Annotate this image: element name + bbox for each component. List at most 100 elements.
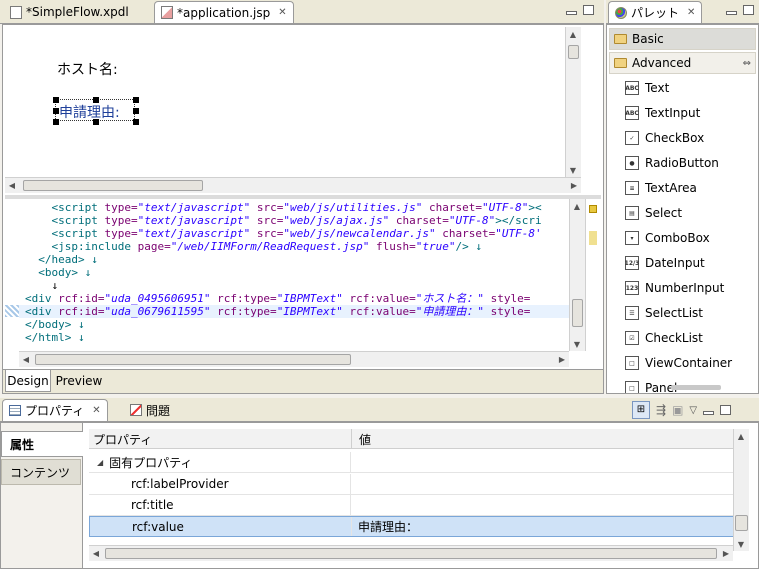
design-vertical-scrollbar[interactable]: ▲ ▼ <box>565 27 581 177</box>
resize-handle-icon[interactable] <box>53 97 59 103</box>
property-value[interactable]: 申請理由： <box>354 517 739 536</box>
resize-handle-icon[interactable] <box>133 119 139 125</box>
resize-handle-icon[interactable] <box>133 97 139 103</box>
palette-item-numberinput[interactable]: 123 NumberInput <box>625 278 724 298</box>
palette-item-selectlist[interactable]: ☰ SelectList <box>625 303 703 323</box>
palette-item-combobox[interactable]: ▾ ComboBox <box>625 228 710 248</box>
source-vertical-scrollbar[interactable]: ▲ ▼ <box>569 199 585 351</box>
column-header-property[interactable]: プロパティ <box>89 429 352 449</box>
tab-application-jsp[interactable]: *application.jsp ✕ <box>154 1 294 23</box>
filter-advanced-icon[interactable]: ⇶ <box>656 403 666 417</box>
expand-triangle-icon[interactable]: ◢ <box>97 458 103 467</box>
scroll-thumb[interactable] <box>23 180 203 191</box>
resize-handle-icon[interactable] <box>53 108 59 114</box>
code-line[interactable]: </body> ↓ <box>25 318 85 331</box>
drawer-advanced[interactable]: Advanced ⇔ <box>609 52 756 74</box>
palette-item-text[interactable]: ABC Text <box>625 78 669 98</box>
maximize-icon[interactable] <box>743 5 754 15</box>
palette-item-select[interactable]: ▤ Select <box>625 203 682 223</box>
property-row[interactable]: rcf:labelProvider <box>89 474 740 495</box>
close-icon[interactable]: ✕ <box>278 7 286 18</box>
palette-item-viewcontainer[interactable]: □ ViewContainer <box>625 353 732 373</box>
palette-item-checkbox[interactable]: ✓ CheckBox <box>625 128 704 148</box>
scroll-right-icon[interactable]: ▶ <box>567 178 581 192</box>
scroll-up-icon[interactable]: ▲ <box>734 429 748 443</box>
tab-simpleflow[interactable]: *SimpleFlow.xpdl <box>4 2 135 22</box>
property-row[interactable]: rcf:title <box>89 495 740 516</box>
code-line[interactable]: <div rcf:id="uda_0495606951" rcf:type="I… <box>25 292 530 305</box>
scroll-left-icon[interactable]: ◀ <box>19 352 33 366</box>
maximize-icon[interactable] <box>720 405 732 415</box>
property-value[interactable] <box>353 495 740 515</box>
resize-handle-icon[interactable] <box>93 97 99 103</box>
column-header-value[interactable]: 値 <box>353 429 733 449</box>
palette-item-panel[interactable]: □ Panel <box>625 378 677 393</box>
code-line[interactable]: <script type="text/javascript" src="web/… <box>25 201 542 214</box>
scroll-down-icon[interactable]: ▼ <box>570 337 584 351</box>
minimize-icon[interactable] <box>703 411 715 415</box>
host-name-label[interactable]: ホスト名: <box>57 59 118 79</box>
tab-preview[interactable]: Preview <box>53 370 105 392</box>
scroll-thumb[interactable] <box>572 299 583 327</box>
scroll-right-icon[interactable]: ▶ <box>555 352 569 366</box>
property-row[interactable]: rcf:value 申請理由： <box>89 516 740 537</box>
restore-default-icon[interactable]: ▣ <box>672 403 683 417</box>
design-canvas[interactable]: ホスト名: 申請理由: <box>5 27 585 177</box>
source-overview-ruler[interactable] <box>585 199 601 351</box>
properties-horizontal-scrollbar[interactable]: ◀ ▶ <box>89 545 733 561</box>
drawer-basic[interactable]: Basic <box>609 28 756 50</box>
resize-handle-icon[interactable] <box>53 119 59 125</box>
scroll-left-icon[interactable]: ◀ <box>5 178 19 192</box>
scroll-up-icon[interactable]: ▲ <box>570 199 584 213</box>
design-horizontal-scrollbar[interactable]: ◀ ▶ <box>5 177 581 193</box>
property-value[interactable] <box>353 474 740 494</box>
maximize-icon[interactable] <box>583 5 594 15</box>
palette-item-dateinput[interactable]: 12/3 DateInput <box>625 253 705 273</box>
scroll-down-icon[interactable]: ▼ <box>734 537 748 551</box>
code-line[interactable]: ↓ <box>25 279 58 292</box>
palette-scroll-thumb[interactable] <box>671 385 721 390</box>
tab-design[interactable]: Design <box>5 370 51 392</box>
request-reason-label[interactable]: 申請理由: <box>53 97 139 125</box>
scroll-thumb[interactable] <box>105 548 717 559</box>
palette-item-textinput[interactable]: ABC TextInput <box>625 103 700 123</box>
scroll-thumb[interactable] <box>35 354 351 365</box>
scroll-thumb[interactable] <box>735 515 748 531</box>
scroll-left-icon[interactable]: ◀ <box>89 546 103 560</box>
tab-palette[interactable]: パレット ✕ <box>608 1 703 23</box>
side-tab-contents[interactable]: コンテンツ <box>1 459 81 485</box>
minimize-icon[interactable] <box>726 11 737 15</box>
warning-marker-icon[interactable] <box>589 205 597 213</box>
close-icon[interactable]: ✕ <box>92 405 100 416</box>
resize-handle-icon[interactable] <box>93 119 99 125</box>
scroll-right-icon[interactable]: ▶ <box>719 546 733 560</box>
code-line[interactable]: <jsp:include page="/web/IIMForm/ReadRequ… <box>25 240 483 253</box>
code-line[interactable]: <div rcf:id="uda_0679611595" rcf:type="I… <box>25 305 530 318</box>
view-menu-icon[interactable]: ▽ <box>689 405 697 416</box>
palette-item-radiobutton[interactable]: ● RadioButton <box>625 153 719 173</box>
jsp-file-icon <box>161 6 173 19</box>
tab-properties[interactable]: プロパティ ✕ <box>2 399 108 421</box>
scroll-down-icon[interactable]: ▼ <box>566 163 580 177</box>
code-line[interactable]: <script type="text/javascript" src="web/… <box>25 227 542 240</box>
source-horizontal-scrollbar[interactable]: ◀ ▶ <box>19 351 569 367</box>
code-line[interactable]: <body> ↓ <box>25 266 91 279</box>
tab-problems[interactable]: 問題 <box>124 400 176 420</box>
scroll-thumb[interactable] <box>568 45 579 59</box>
drawer-pin-icon[interactable]: ⇔ <box>743 58 751 69</box>
minimize-icon[interactable] <box>566 11 577 15</box>
show-categories-icon[interactable]: ⊞ <box>632 401 650 419</box>
close-icon[interactable]: ✕ <box>687 7 695 18</box>
occurrence-marker[interactable] <box>589 231 597 245</box>
code-line[interactable]: </html> ↓ <box>25 331 85 344</box>
property-group-row[interactable]: ◢ 固有プロパティ <box>89 452 740 473</box>
scroll-up-icon[interactable]: ▲ <box>566 27 580 41</box>
palette-item-textarea[interactable]: ≡ TextArea <box>625 178 697 198</box>
properties-vertical-scrollbar[interactable]: ▲ ▼ <box>733 429 749 551</box>
side-tab-attributes[interactable]: 属性 <box>1 431 83 457</box>
code-line[interactable]: <script type="text/javascript" src="web/… <box>25 214 542 227</box>
source-editor[interactable]: <script type="text/javascript" src="web/… <box>5 199 571 351</box>
palette-item-checklist[interactable]: ☑ CheckList <box>625 328 703 348</box>
resize-handle-icon[interactable] <box>133 108 139 114</box>
code-line[interactable]: </head> ↓ <box>25 253 98 266</box>
